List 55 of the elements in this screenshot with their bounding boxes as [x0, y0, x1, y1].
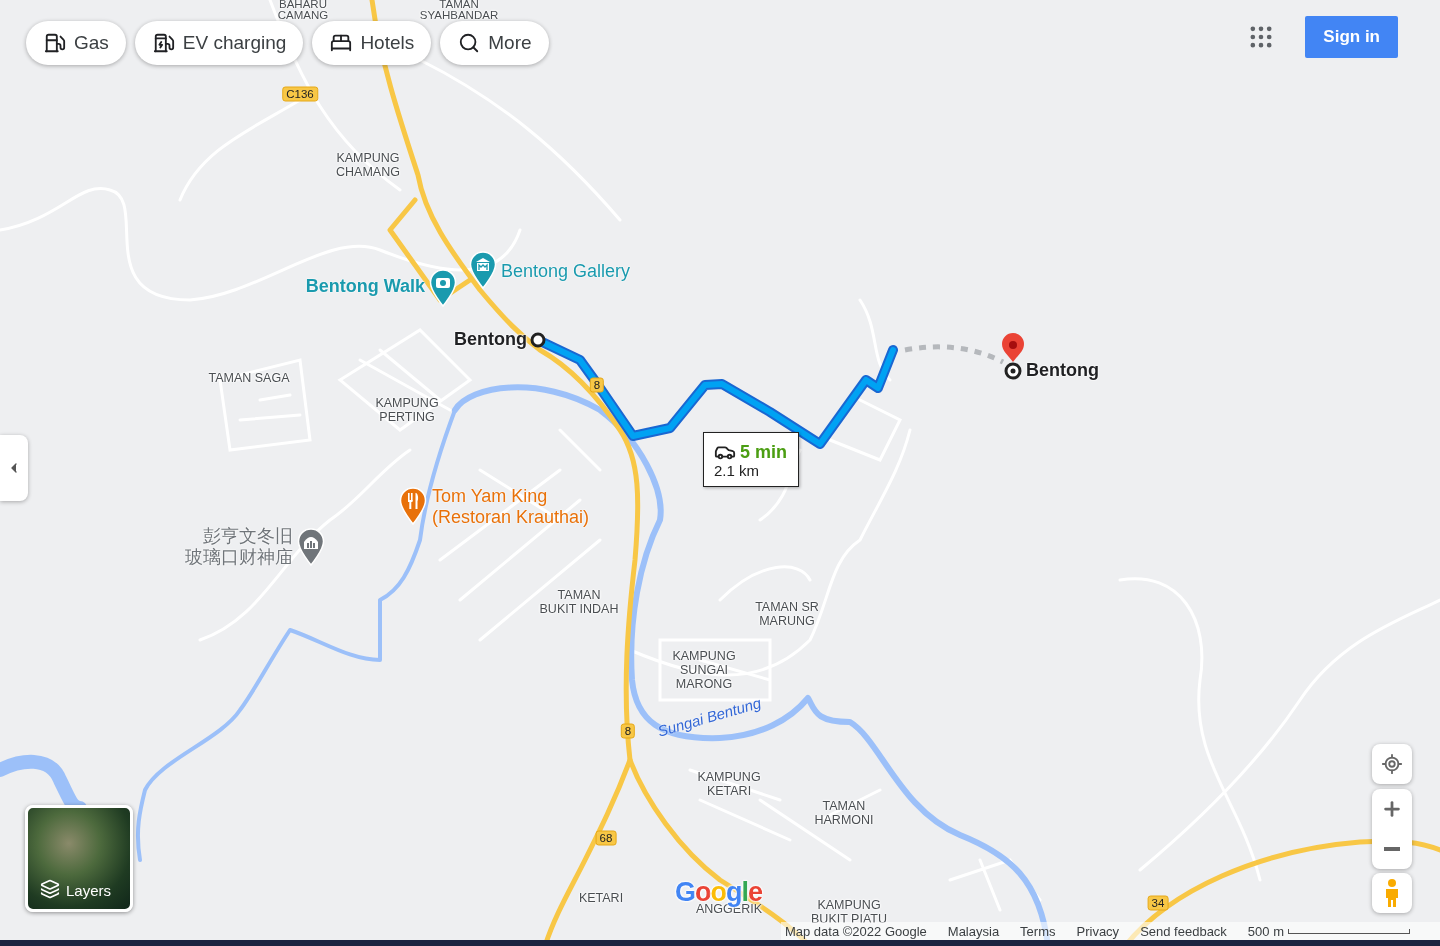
origin-marker[interactable] [530, 332, 546, 348]
area-label: TAMAN HARMONI [814, 799, 874, 827]
locate-icon [1381, 753, 1403, 775]
area-label: BAHARU CAMANG [277, 0, 329, 21]
layers-button[interactable]: Layers [25, 805, 133, 912]
fuel-pump-icon [44, 32, 66, 54]
route-distance: 2.1 km [714, 463, 760, 479]
area-label: TAMAN SAGA [208, 371, 290, 385]
map-canvas[interactable] [0, 0, 1440, 946]
destination-marker[interactable] [1004, 362, 1022, 380]
layers-icon [40, 879, 60, 899]
place-label[interactable]: 彭亨文冬旧 [185, 526, 293, 547]
origin-label: Bentong [454, 329, 527, 350]
search-icon [458, 32, 481, 54]
bed-icon [330, 32, 353, 54]
sign-in-button[interactable]: Sign in [1305, 16, 1398, 58]
footer-link[interactable]: Privacy [1076, 923, 1120, 939]
footer-link[interactable]: Send feedback [1140, 923, 1227, 939]
area-label: KAMPUNG CHAMANG [336, 151, 400, 179]
scale-label: 500 m [1247, 923, 1284, 939]
filter-chip[interactable]: More [440, 21, 549, 65]
area-label: TAMAN SR MARUNG [755, 600, 819, 628]
map-pin-icon[interactable] [399, 487, 427, 525]
map-pin-icon[interactable] [429, 269, 457, 307]
map-pin-icon[interactable] [297, 528, 325, 566]
filter-chip[interactable]: EV charging [134, 21, 304, 65]
area-label: KAMPUNG KETARI [697, 770, 761, 798]
ev-charger-icon [152, 32, 175, 54]
map-pin-icon[interactable] [469, 251, 497, 289]
minus-icon [1384, 847, 1400, 851]
route-duration: 5 min [740, 442, 787, 462]
route-info-card[interactable]: 5 min 2.1 km [703, 432, 799, 487]
area-label: KAMPUNG SUNGAI MARONG [672, 649, 736, 691]
area-label: KAMPUNG BUKIT PIATU [811, 898, 887, 926]
destination-label: Bentong [1026, 360, 1099, 381]
road-number: 68 [595, 830, 617, 846]
plus-icon [1381, 798, 1403, 820]
map-attribution: Map data ©2022 Google [784, 923, 927, 939]
road-number: C136 [282, 86, 318, 102]
area-label: TAMAN SYAHBANDAR [419, 0, 499, 21]
road-number: 34 [1147, 895, 1169, 911]
place-label[interactable]: 玻璃口财神庙 [185, 547, 293, 568]
road-number: 8 [589, 377, 605, 393]
area-label: KETARI [578, 891, 624, 905]
person-icon [1384, 878, 1400, 908]
area-label: TAMAN BUKIT INDAH [539, 588, 619, 616]
area-label: KAMPUNG PERTING [375, 396, 439, 424]
map-pin-icon[interactable] [1002, 333, 1024, 362]
road-number: 8 [620, 723, 636, 739]
footer-link[interactable]: Terms [1020, 923, 1056, 939]
filter-chip[interactable]: Hotels [312, 21, 432, 65]
filter-chip[interactable]: Gas [26, 21, 126, 65]
my-location-button[interactable] [1372, 744, 1412, 784]
river-label: Sungai Bentung [655, 693, 763, 740]
footer-link[interactable]: Malaysia [947, 923, 1000, 939]
